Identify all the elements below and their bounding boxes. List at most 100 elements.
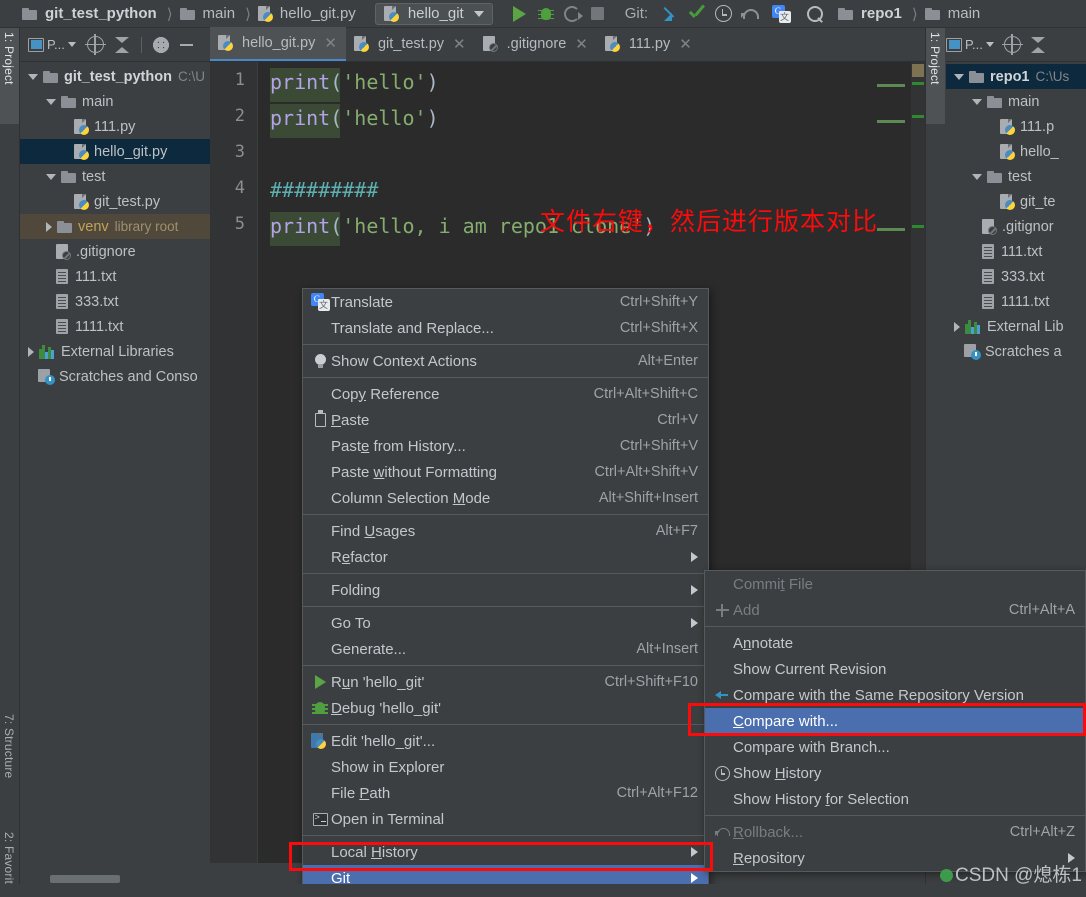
menu-item[interactable]: Debug 'hello_git' [303,695,708,721]
tree-node[interactable]: 111.txt [20,264,210,289]
menu-item[interactable]: Annotate [705,630,1085,656]
tree-node[interactable]: .gitignore [20,239,210,264]
chevron-right-icon[interactable] [46,221,52,232]
breadcrumb-file[interactable]: hello_git.py [256,0,361,28]
tool-tab-project-right[interactable]: 1: Project [926,28,945,124]
tree-node[interactable]: repo1 C:\Us [946,64,1086,89]
editor-tab[interactable]: hello_git.py ✕ [210,27,346,61]
menu-item[interactable]: Find Usages Alt+F7 [303,518,708,544]
tree-node[interactable]: Scratches and Conso [20,364,210,389]
menu-item[interactable]: G 文 Translate Ctrl+Shift+Y [303,289,708,315]
chevron-down-icon[interactable] [28,73,38,80]
project-tree[interactable]: git_test_python C:\U main 111.py hello_git.p… [20,62,210,874]
tree-node[interactable]: 1111.txt [946,289,1086,314]
git-history-button[interactable] [710,1,736,27]
breadcrumb-folder[interactable]: main [178,0,241,28]
gear-icon[interactable] [152,36,169,53]
git-commit-button[interactable] [684,1,710,27]
chevron-right-icon[interactable] [28,346,34,357]
menu-item[interactable]: Compare with the Same Repository Version [705,682,1085,708]
project-horizontal-scrollbar[interactable] [22,873,210,884]
menu-item[interactable]: Show Context Actions Alt+Enter [303,348,708,374]
menu-item[interactable]: Open in Terminal [303,806,708,832]
tree-node[interactable]: test [946,164,1086,189]
chevron-down-icon[interactable] [972,173,982,180]
menu-item[interactable]: Folding [303,577,708,603]
menu-item[interactable]: Show in Explorer [303,754,708,780]
tree-node[interactable]: 333.txt [20,289,210,314]
scroll-from-source-icon[interactable] [84,34,106,55]
coverage-button[interactable] [559,1,585,27]
tree-node[interactable]: git_test_python C:\U [20,64,210,89]
menu-item[interactable]: Paste without Formatting Ctrl+Alt+Shift+V [303,459,708,485]
menu-item[interactable]: Translate and Replace... Ctrl+Shift+X [303,315,708,341]
tree-node[interactable]: test [20,164,210,189]
scroll-from-source-icon[interactable] [1001,34,1023,55]
menu-item[interactable]: Generate... Alt+Insert [303,636,708,662]
menu-item[interactable]: Column Selection Mode Alt+Shift+Insert [303,485,708,511]
git-update-button[interactable] [658,1,684,27]
menu-item[interactable]: Show History [705,760,1085,786]
menu-item[interactable]: Refactor [303,544,708,570]
chevron-down-icon[interactable] [46,173,56,180]
tree-node[interactable]: 111.p [946,114,1086,139]
tree-node[interactable]: hello_ [946,139,1086,164]
debug-button[interactable] [533,1,559,27]
tree-node[interactable]: hello_git.py [20,139,210,164]
tree-node[interactable]: 333.txt [946,264,1086,289]
scrollbar-thumb[interactable] [50,875,120,883]
project-view-selector[interactable]: P... [28,37,76,52]
run-configuration-selector[interactable]: hello_git [374,2,493,25]
tree-node[interactable]: git_te [946,189,1086,214]
menu-item[interactable]: Go To [303,610,708,636]
menu-item[interactable]: Run 'hello_git' Ctrl+Shift+F10 [303,669,708,695]
chevron-down-icon[interactable] [954,73,964,80]
collapse-all-icon[interactable] [114,36,130,53]
chevron-right-icon[interactable] [954,321,960,332]
stop-button[interactable] [585,1,611,27]
tree-node[interactable]: main [20,89,210,114]
tree-node[interactable]: External Lib [946,314,1086,339]
tree-node[interactable]: main [946,89,1086,114]
breadcrumb-repo-branch[interactable]: main [923,0,986,28]
breadcrumb-project[interactable]: git_test_python [20,0,162,28]
tool-tab-project[interactable]: 1: Project [0,28,19,124]
menu-item[interactable]: Paste Ctrl+V [303,407,708,433]
menu-item[interactable]: Paste from History... Ctrl+Shift+V [303,433,708,459]
menu-item[interactable]: Show Current Revision [705,656,1085,682]
collapse-all-icon[interactable] [1030,36,1046,53]
tool-tab-structure[interactable]: 7: Structure [0,710,19,822]
tree-node[interactable]: 1111.txt [20,314,210,339]
tree-node[interactable]: git_test.py [20,189,210,214]
chevron-down-icon[interactable] [972,98,982,105]
tree-node[interactable]: .gitignor [946,214,1086,239]
menu-item[interactable]: Copy Reference Ctrl+Alt+Shift+C [303,381,708,407]
menu-item[interactable]: Edit 'hello_git'... [303,728,708,754]
hide-panel-icon[interactable] [179,43,193,46]
git-rollback-button[interactable] [736,1,762,27]
menu-item[interactable]: File Path Ctrl+Alt+F12 [303,780,708,806]
close-icon[interactable]: ✕ [453,35,466,53]
editor-tab[interactable]: 111.py ✕ [597,27,701,61]
tree-node[interactable]: venv library root [20,214,210,239]
close-icon[interactable]: ✕ [324,34,337,52]
tree-node[interactable]: Scratches a [946,339,1086,364]
chevron-down-icon[interactable] [46,98,56,105]
tree-node[interactable]: 111.txt [946,239,1086,264]
tree-node[interactable]: External Libraries [20,339,210,364]
editor-tab[interactable]: git_test.py ✕ [346,27,475,61]
editor-context-menu[interactable]: G 文 Translate Ctrl+Shift+Y Translate and Rep… [302,288,709,897]
project-view-selector-right[interactable]: P... [946,37,994,52]
close-icon[interactable]: ✕ [679,35,692,53]
breadcrumb-repo[interactable]: repo1 [836,0,907,28]
git-submenu[interactable]: Commit File Add Ctrl+Alt+A Annotate Show Cur… [704,570,1086,872]
close-icon[interactable]: ✕ [575,35,588,53]
menu-item[interactable]: Local History [303,839,708,865]
menu-item[interactable]: Show History for Selection [705,786,1085,812]
menu-item[interactable]: Compare with... [705,708,1085,734]
tree-node[interactable]: 111.py [20,114,210,139]
editor-tab[interactable]: .gitignore ✕ [475,27,597,61]
translate-button[interactable]: G文 [768,1,794,27]
menu-item[interactable]: Compare with Branch... [705,734,1085,760]
search-everywhere-button[interactable] [802,1,828,27]
